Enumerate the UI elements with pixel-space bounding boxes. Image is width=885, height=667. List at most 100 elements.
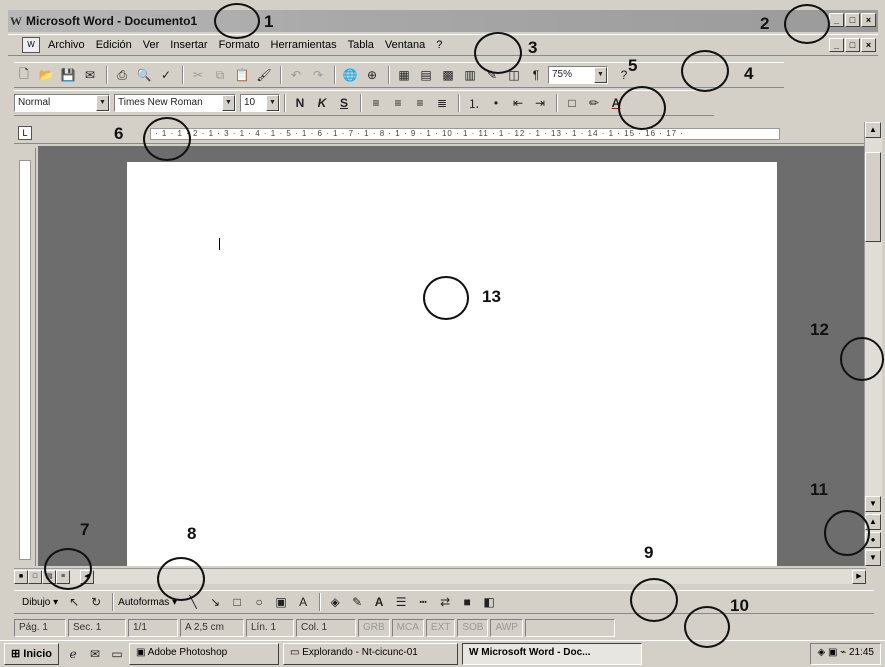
redo-icon[interactable]: ↷	[308, 65, 328, 85]
italic-button[interactable]: K	[312, 93, 332, 113]
save-icon[interactable]: 💾	[58, 65, 78, 85]
justify-icon[interactable]: ≣	[432, 93, 452, 113]
line-color-icon[interactable]: ✎	[347, 592, 367, 612]
rectangle-icon[interactable]: □	[227, 592, 247, 612]
status-rec[interactable]: GRB	[358, 619, 390, 637]
outlook-quicklaunch-icon[interactable]: ✉	[85, 644, 105, 664]
print-icon[interactable]: ⎙	[112, 65, 132, 85]
chevron-down-icon[interactable]: ▼	[222, 95, 235, 111]
tray-icon[interactable]: ◈ ▣ ⌁	[817, 647, 846, 658]
chevron-down-icon[interactable]: ▼	[594, 67, 607, 83]
desktop-quicklaunch-icon[interactable]: ▭	[107, 644, 127, 664]
dash-style-icon[interactable]: ┅	[413, 592, 433, 612]
shadow-icon[interactable]: ■	[457, 592, 477, 612]
chevron-down-icon[interactable]: ▼	[96, 95, 109, 111]
close-button[interactable]: ×	[861, 13, 876, 27]
show-hide-icon[interactable]: ¶	[526, 65, 546, 85]
font-size-select[interactable]: 10 ▼	[240, 94, 280, 112]
undo-icon[interactable]: ↶	[286, 65, 306, 85]
status-mca[interactable]: MCA	[391, 619, 424, 637]
line-style-icon[interactable]: ☰	[391, 592, 411, 612]
web-view-icon[interactable]: □	[28, 569, 42, 584]
hyperlink-icon[interactable]: 🌐	[340, 65, 360, 85]
task-explorer[interactable]: ▭ Explorando - Nt-cicunc-01	[283, 643, 459, 665]
bullets-icon[interactable]: •	[486, 93, 506, 113]
text-box-icon[interactable]: ▣	[271, 592, 291, 612]
open-icon[interactable]: 📂	[36, 65, 56, 85]
status-awp[interactable]: AWP	[490, 619, 523, 637]
draw-menu[interactable]: Dibujo ▾	[22, 597, 58, 608]
doc-close-button[interactable]: ×	[861, 38, 876, 52]
horizontal-scrollbar[interactable]: ■ □ ▤ ≡ ◀ ▶	[14, 568, 866, 584]
align-right-icon[interactable]: ≡	[410, 93, 430, 113]
oval-icon[interactable]: ○	[249, 592, 269, 612]
menu-edicion[interactable]: Edición	[96, 39, 132, 51]
doc-minimize-button[interactable]: _	[829, 38, 844, 52]
insert-table-icon[interactable]: ▤	[416, 65, 436, 85]
task-photoshop[interactable]: ▣ Adobe Photoshop	[129, 643, 280, 665]
underline-button[interactable]: S	[334, 93, 354, 113]
menu-tabla[interactable]: Tabla	[348, 39, 374, 51]
word-icon[interactable]: W	[10, 14, 22, 29]
chevron-down-icon[interactable]: ▼	[266, 95, 279, 111]
arrow-style-icon[interactable]: ⇄	[435, 592, 455, 612]
paste-icon[interactable]: 📋	[232, 65, 252, 85]
minimize-button[interactable]: _	[829, 13, 844, 27]
menu-insertar[interactable]: Insertar	[170, 39, 207, 51]
document-page[interactable]	[127, 162, 777, 566]
next-page-icon[interactable]: ▼	[865, 550, 881, 566]
menu-help[interactable]: ?	[436, 39, 442, 51]
scroll-up-icon[interactable]: ▲	[865, 122, 881, 138]
menu-herramientas[interactable]: Herramientas	[271, 39, 337, 51]
start-button[interactable]: ⊞ Inicio	[4, 643, 60, 665]
window-controls: _ □ ×	[829, 13, 876, 27]
format-painter-icon[interactable]: 🖌	[254, 65, 274, 85]
style-select[interactable]: Normal ▼	[14, 94, 110, 112]
new-icon[interactable]: 🗋	[14, 65, 34, 85]
web-toolbar-icon[interactable]: ⊕	[362, 65, 382, 85]
font-color-draw-icon[interactable]: A	[369, 592, 389, 612]
status-sob[interactable]: SOB	[457, 619, 489, 637]
free-rotate-icon[interactable]: ↻	[86, 592, 106, 612]
menu-ventana[interactable]: Ventana	[385, 39, 425, 51]
fill-color-icon[interactable]: ◈	[325, 592, 345, 612]
status-ext[interactable]: EXT	[425, 619, 456, 637]
separator	[458, 94, 460, 112]
font-select[interactable]: Times New Roman ▼	[114, 94, 236, 112]
menu-archivo[interactable]: Archivo	[48, 39, 85, 51]
zoom-select[interactable]: 75% ▼	[548, 66, 608, 84]
highlight-icon[interactable]: ✏	[584, 93, 604, 113]
cut-icon[interactable]: ✂	[188, 65, 208, 85]
browser-quicklaunch-icon[interactable]: ℯ	[63, 644, 83, 664]
maximize-button[interactable]: □	[845, 13, 860, 27]
arrow-icon[interactable]: ↘	[205, 592, 225, 612]
tables-borders-icon[interactable]: ▦	[394, 65, 414, 85]
numbering-icon[interactable]: ⒈	[464, 93, 484, 113]
menu-ver[interactable]: Ver	[143, 39, 160, 51]
document-icon[interactable]: W	[22, 37, 40, 53]
spelling-icon[interactable]: ✓	[156, 65, 176, 85]
email-icon[interactable]: ✉	[80, 65, 100, 85]
decrease-indent-icon[interactable]: ⇤	[508, 93, 528, 113]
align-center-icon[interactable]: ≡	[388, 93, 408, 113]
print-preview-icon[interactable]: 🔍	[134, 65, 154, 85]
normal-view-icon[interactable]: ■	[14, 569, 28, 584]
bold-button[interactable]: N	[290, 93, 310, 113]
align-left-icon[interactable]: ≡	[366, 93, 386, 113]
columns-icon[interactable]: ▥	[460, 65, 480, 85]
insert-excel-icon[interactable]: ▩	[438, 65, 458, 85]
scroll-down-icon[interactable]: ▼	[865, 496, 881, 512]
scroll-thumb[interactable]	[865, 152, 881, 242]
increase-indent-icon[interactable]: ⇥	[530, 93, 550, 113]
scroll-right-icon[interactable]: ▶	[852, 569, 866, 584]
border-icon[interactable]: □	[562, 93, 582, 113]
copy-icon[interactable]: ⧉	[210, 65, 230, 85]
tab-selector-icon[interactable]: L	[18, 126, 32, 140]
3d-icon[interactable]: ◧	[479, 592, 499, 612]
menu-formato[interactable]: Formato	[219, 39, 260, 51]
select-objects-icon[interactable]: ↖	[64, 592, 84, 612]
doc-restore-button[interactable]: □	[845, 38, 860, 52]
separator	[556, 94, 558, 112]
task-word[interactable]: W Microsoft Word - Doc...	[462, 643, 643, 665]
wordart-icon[interactable]: A	[293, 592, 313, 612]
